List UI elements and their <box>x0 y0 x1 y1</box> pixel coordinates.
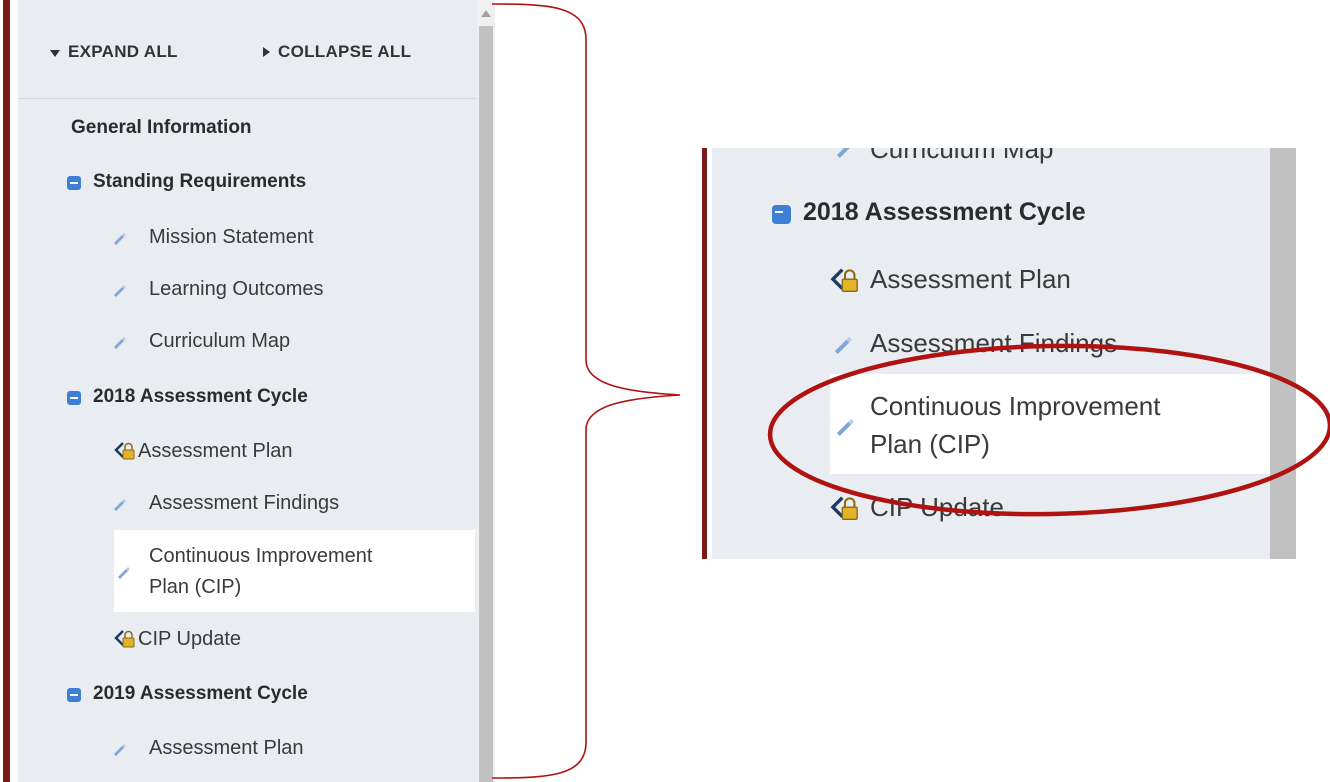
panel-accent-border <box>3 0 10 782</box>
zoom-item-continuous-improvement-plan-line2[interactable]: Plan (CIP) <box>870 429 990 460</box>
zoomed-detail-panel: Curriculum Map 2018 Assessment Cycle Ass… <box>702 148 1296 559</box>
tree-group-2018-assessment-cycle[interactable]: 2018 Assessment Cycle <box>93 386 308 408</box>
tree-item-cip-update[interactable]: CIP Update <box>138 628 241 651</box>
selected-row-highlight[interactable] <box>114 530 475 612</box>
pencil-icon <box>114 744 126 756</box>
navigation-panel: EXPAND ALL COLLAPSE ALL General Informat… <box>0 0 495 782</box>
tree-item-assessment-findings[interactable]: Assessment Findings <box>149 492 339 515</box>
tree-item-curriculum-map[interactable]: Curriculum Map <box>149 330 290 353</box>
tree-toolbar <box>18 28 477 99</box>
collapse-icon[interactable] <box>67 176 81 190</box>
pencil-icon <box>114 285 126 297</box>
locked-pencil-icon <box>830 268 858 292</box>
pencil-icon <box>836 148 850 158</box>
pencil-icon <box>114 499 126 511</box>
pencil-icon <box>834 336 852 354</box>
vertical-scrollbar[interactable] <box>1270 148 1296 559</box>
collapse-icon[interactable] <box>67 688 81 702</box>
tree-group-2019-assessment-cycle[interactable]: 2019 Assessment Cycle <box>93 683 308 705</box>
pencil-icon <box>114 337 126 349</box>
pencil-icon <box>114 233 126 245</box>
tree-group-standing-requirements[interactable]: Standing Requirements <box>93 171 306 193</box>
caret-down-icon[interactable] <box>50 50 60 57</box>
zoom-item-continuous-improvement-plan[interactable]: Continuous Improvement <box>870 391 1160 422</box>
expand-all-button[interactable]: EXPAND ALL <box>68 42 178 62</box>
curly-bracket-annotation <box>491 3 681 779</box>
tree-item-learning-outcomes[interactable]: Learning Outcomes <box>149 278 324 301</box>
zoom-item-assessment-plan[interactable]: Assessment Plan <box>870 264 1071 295</box>
panel-accent-border <box>702 148 707 559</box>
zoom-item-cip-update[interactable]: CIP Update <box>870 492 1004 523</box>
collapse-icon[interactable] <box>772 205 791 224</box>
tree-item-assessment-plan[interactable]: Assessment Plan <box>138 440 293 463</box>
zoom-item-assessment-findings[interactable]: Assessment Findings <box>870 328 1117 359</box>
zoom-group-2018-assessment-cycle[interactable]: 2018 Assessment Cycle <box>803 198 1086 227</box>
caret-right-icon[interactable] <box>263 47 270 57</box>
zoom-item-curriculum-map[interactable]: Curriculum Map <box>870 148 1054 165</box>
tree-item-mission-statement[interactable]: Mission Statement <box>149 226 314 249</box>
locked-pencil-icon <box>830 496 858 520</box>
tree-item-continuous-improvement-plan-line2[interactable]: Plan (CIP) <box>149 576 241 599</box>
collapse-icon[interactable] <box>67 391 81 405</box>
pencil-icon <box>836 418 854 436</box>
pencil-icon <box>118 567 130 579</box>
tree-item-continuous-improvement-plan[interactable]: Continuous Improvement <box>149 545 372 568</box>
tree-item-2019-assessment-plan[interactable]: Assessment Plan <box>149 737 304 760</box>
collapse-all-button[interactable]: COLLAPSE ALL <box>278 42 411 62</box>
tree-item-general-information[interactable]: General Information <box>71 117 252 139</box>
locked-pencil-icon <box>114 442 135 460</box>
locked-pencil-icon <box>114 630 135 648</box>
